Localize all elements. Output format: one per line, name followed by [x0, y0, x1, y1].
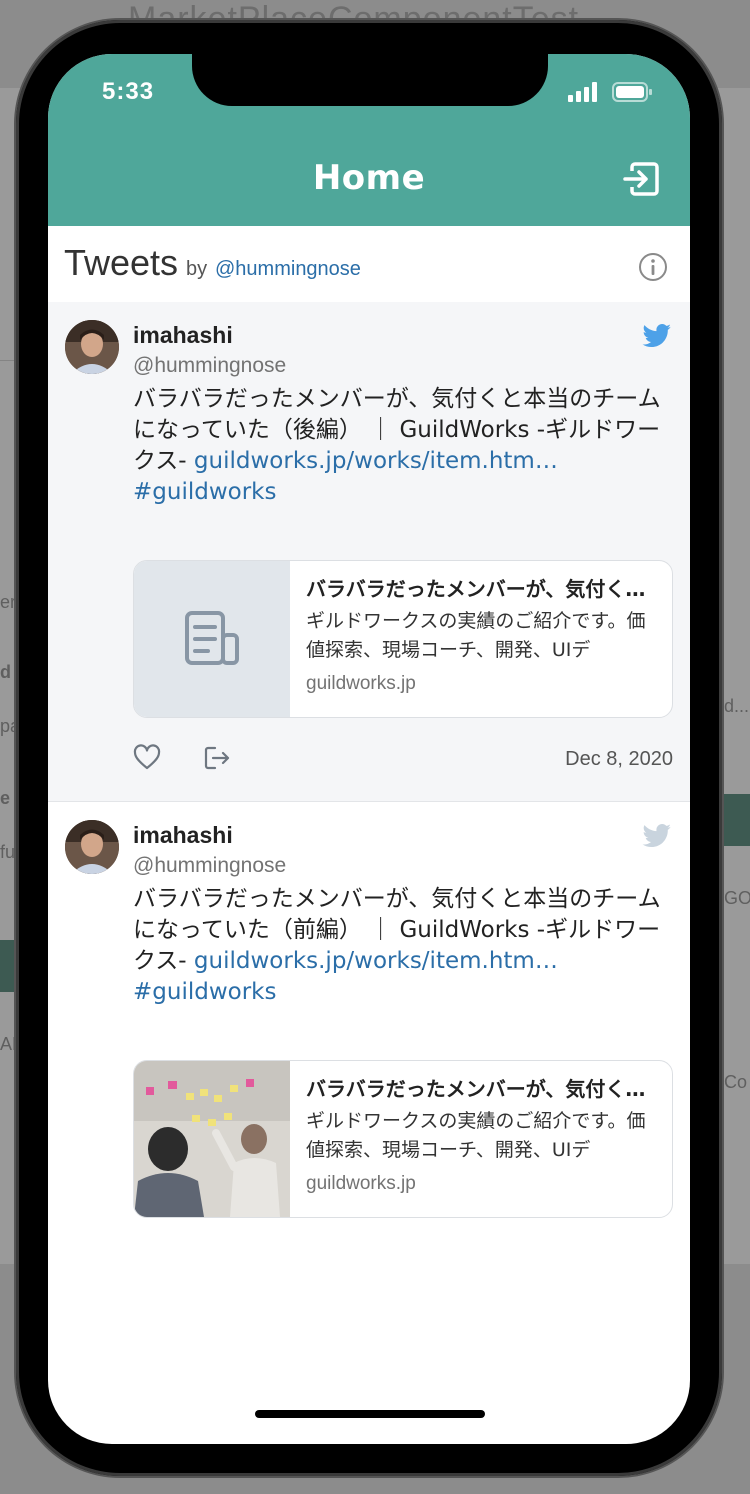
phone-screen: 5:33 Home Tweets by @hummingnose imahash…: [48, 54, 690, 1444]
link-card[interactable]: バラバラだったメンバーが、気付く… ギルドワークスの実績のご紹介です。価値探索、…: [133, 1060, 673, 1218]
card-thumbnail: [134, 561, 290, 717]
card-thumbnail: [134, 1061, 290, 1217]
twitter-bird-icon[interactable]: [642, 824, 672, 848]
card-title: バラバラだったメンバーが、気付く…: [306, 577, 646, 601]
status-time: 5:33: [102, 78, 155, 105]
hashtag-link[interactable]: #guildworks: [133, 479, 276, 505]
author-name: imahashi: [133, 822, 233, 848]
share-icon[interactable]: [203, 744, 231, 772]
tweet-link[interactable]: guildworks.jp/works/item.htm…: [194, 448, 558, 474]
tweet-actions: Dec 8, 2020: [133, 744, 673, 784]
background-fragment: d: [0, 662, 11, 682]
background-fragment: d...: [724, 696, 750, 716]
author-handle: @hummingnose: [133, 354, 287, 377]
author-name: imahashi: [133, 322, 233, 348]
section-title: Tweets: [64, 242, 179, 283]
card-description: ギルドワークスの実績のご紹介です。価値探索、現場コーチ、開発、UIデ: [306, 1110, 646, 1161]
avatar[interactable]: [65, 320, 119, 374]
hashtag-link[interactable]: #guildworks: [133, 979, 276, 1005]
tweet-item[interactable]: imahashi @hummingnose バラバラだったメンバーが、気付くと本…: [48, 302, 690, 802]
card-title: バラバラだったメンバーが、気付く…: [306, 1077, 646, 1101]
background-fragment: Co: [724, 1072, 748, 1092]
tweet-link[interactable]: guildworks.jp/works/item.htm…: [194, 948, 558, 974]
team-photo: [134, 1061, 290, 1217]
info-icon[interactable]: [638, 252, 668, 282]
tweet-text: バラバラだったメンバーが、気付くと本当のチームになっていた（後編） ｜ Guil…: [133, 384, 673, 508]
link-card[interactable]: バラバラだったメンバーが、気付く… ギルドワークスの実績のご紹介です。価値探索、…: [133, 560, 673, 718]
background-fragment: er: [0, 592, 17, 612]
background-fragment: GO: [724, 888, 750, 908]
heart-icon[interactable]: [133, 744, 161, 772]
card-domain: guildworks.jp: [306, 673, 416, 694]
home-indicator[interactable]: [255, 1410, 485, 1418]
background-fragment: fu: [0, 842, 16, 862]
page-title: Home: [312, 158, 426, 198]
document-placeholder-icon: [185, 611, 239, 665]
logout-icon[interactable]: [622, 160, 660, 198]
background-button: [722, 794, 750, 846]
avatar[interactable]: [65, 820, 119, 874]
background-button: [0, 940, 14, 992]
signal-icon: [568, 82, 597, 102]
background-fragment: e: [0, 788, 11, 808]
tweet-text: バラバラだったメンバーが、気付くと本当のチームになっていた（前編） ｜ Guil…: [133, 884, 673, 1008]
battery-icon: [612, 82, 652, 102]
card-domain: guildworks.jp: [306, 1173, 416, 1194]
tweets-header: Tweets by @hummingnose: [48, 226, 690, 303]
twitter-bird-icon[interactable]: [642, 324, 672, 348]
tweet-date: Dec 8, 2020: [565, 748, 673, 770]
card-description: ギルドワークスの実績のご紹介です。価値探索、現場コーチ、開発、UIデ: [306, 610, 646, 661]
author-handle: @hummingnose: [133, 854, 287, 877]
section-by-label: by: [186, 258, 208, 280]
profile-handle-link[interactable]: @hummingnose: [215, 258, 361, 281]
tweet-item[interactable]: imahashi @hummingnose バラバラだったメンバーが、気付くと本…: [48, 802, 690, 1262]
phone-notch: [192, 54, 548, 106]
